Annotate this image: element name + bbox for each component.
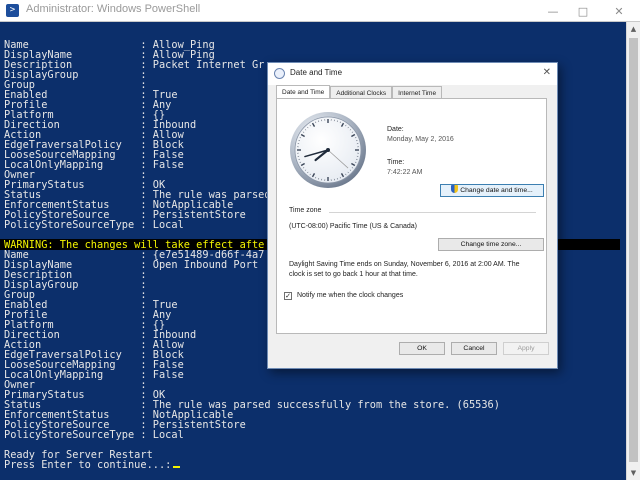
notify-checkbox[interactable]: ✓	[284, 292, 292, 300]
minimize-icon[interactable]: —	[538, 0, 568, 22]
change-date-time-button[interactable]: Change date and time...	[440, 184, 544, 197]
apply-button[interactable]: Apply	[503, 342, 549, 355]
console-prompt-line: Press Enter to continue...:	[4, 460, 181, 470]
ok-button[interactable]: OK	[399, 342, 445, 355]
change-timezone-button[interactable]: Change time zone...	[438, 238, 544, 251]
console-line: PolicyStoreSourceType : Local	[4, 429, 184, 441]
cancel-button[interactable]: Cancel	[451, 342, 497, 355]
date-value: Monday, May 2, 2016	[387, 136, 454, 143]
dst-text-line1: Daylight Saving Time ends on Sunday, Nov…	[289, 261, 520, 268]
timezone-divider	[329, 212, 536, 213]
dialog-title: Date and Time	[290, 68, 343, 77]
timezone-value: (UTC-08:00) Pacific Time (US & Canada)	[289, 223, 417, 230]
console-line: PolicyStoreSourceType : Local	[4, 219, 184, 231]
analog-clock	[290, 112, 366, 188]
clock-icon	[274, 68, 285, 79]
powershell-titlebar[interactable]: > Administrator: Windows PowerShell — □ …	[0, 0, 640, 22]
tab-date-and-time[interactable]: Date and Time	[276, 85, 331, 99]
console-scrollbar[interactable]: ▲ ▼	[626, 22, 640, 480]
date-label: Date:	[387, 126, 404, 133]
time-value: 7:42:22 AM	[387, 169, 423, 176]
maximize-icon[interactable]: □	[568, 0, 598, 22]
date-time-dialog: Date and Time ✕ Date and Time Additional…	[267, 62, 558, 369]
dialog-close-icon[interactable]: ✕	[543, 67, 551, 78]
scrollbar-thumb[interactable]	[629, 38, 638, 462]
dialog-titlebar[interactable]: Date and Time ✕	[268, 63, 557, 85]
scroll-up-icon[interactable]: ▲	[627, 22, 640, 36]
timezone-header: Time zone	[289, 207, 322, 214]
change-date-time-label: Change date and time...	[460, 187, 533, 194]
shield-icon	[451, 185, 459, 193]
scroll-down-icon[interactable]: ▼	[627, 466, 640, 480]
notify-label: Notify me when the clock changes	[297, 292, 404, 299]
close-icon[interactable]: ✕	[598, 0, 640, 22]
powershell-window-title: Administrator: Windows PowerShell	[26, 3, 201, 15]
window-controls: — □ ✕	[538, 0, 640, 22]
dst-text-line2: clock is set to go back 1 hour at that t…	[289, 271, 418, 278]
powershell-icon: >	[6, 4, 19, 17]
console-cursor	[173, 466, 181, 468]
time-label: Time:	[387, 159, 405, 166]
dialog-tabs: Date and Time Additional Clocks Internet…	[276, 85, 443, 99]
